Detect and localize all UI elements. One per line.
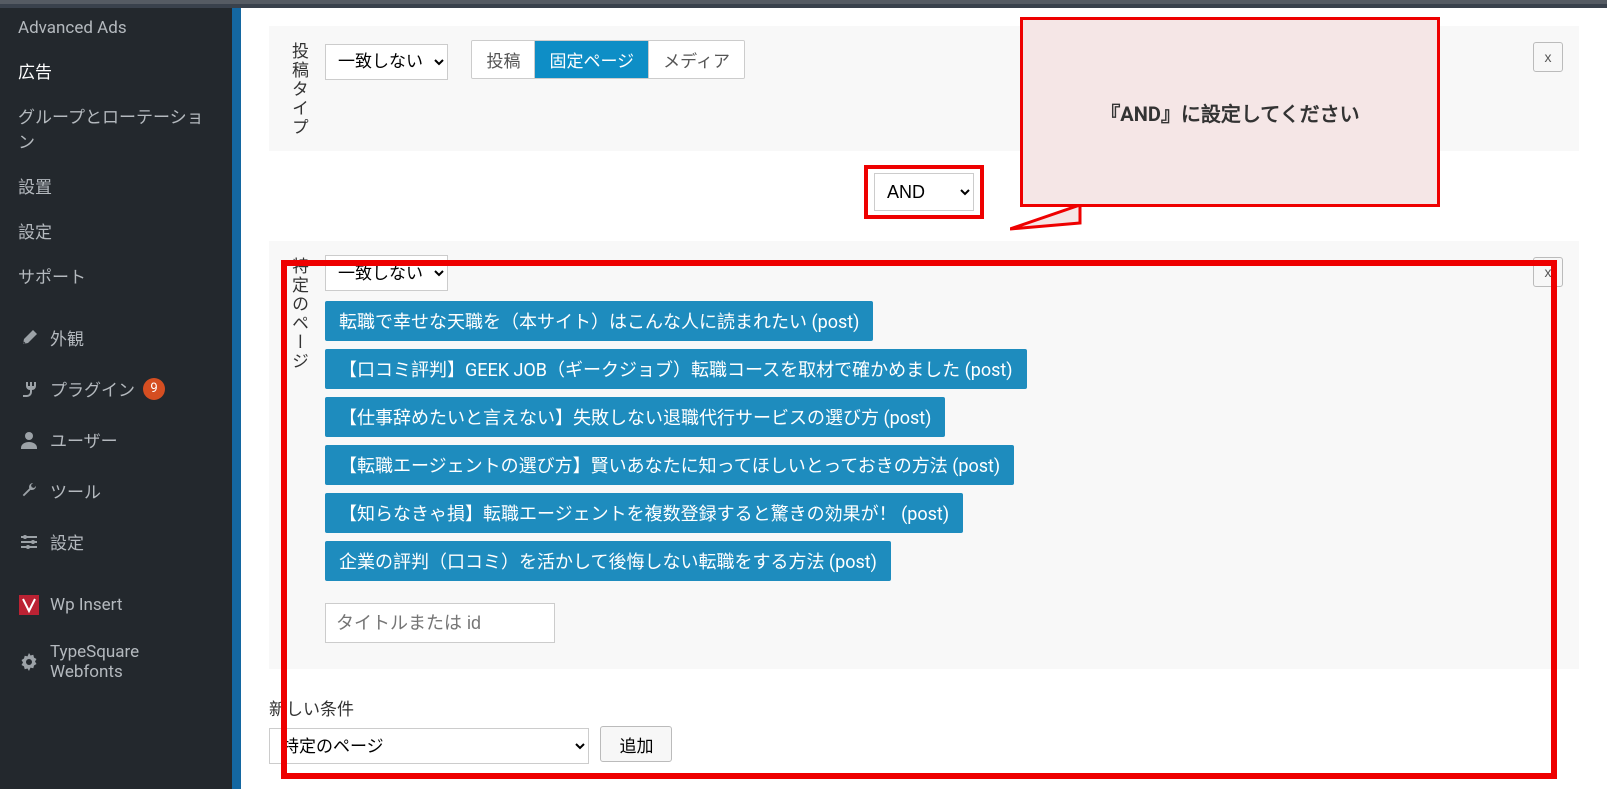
plugin-update-badge: 9 (143, 378, 165, 400)
sidebar-item-groups[interactable]: グループとローテーション (0, 93, 232, 163)
sidebar-item-wpinsert[interactable]: Wp Insert (0, 581, 232, 629)
sidebar-item-koukoku[interactable]: 広告 (0, 48, 232, 93)
page-search-input[interactable] (325, 603, 555, 643)
top-strip (0, 0, 1607, 8)
page-tag[interactable]: 【仕事辞めたいと言えない】失敗しない退職代行サービスの選び方 (post) (325, 397, 945, 437)
page-tag[interactable]: 【口コミ評判】GEEK JOB（ギークジョブ）転職コースを取材で確かめました (… (325, 349, 1027, 389)
user-icon (18, 429, 40, 451)
sidebar-item-plugins[interactable]: プラグイン 9 (0, 363, 232, 414)
sidebar-item-users[interactable]: ユーザー (0, 414, 232, 465)
page-tag[interactable]: 【転職エージェントの選び方】賢いあなたに知ってほしいとっておきの方法 (post… (325, 445, 1014, 485)
sidebar-item-label: プラグイン (50, 376, 135, 401)
new-condition-row: 特定のページ 追加 (269, 726, 1579, 764)
sidebar-item-settings-ad[interactable]: 設定 (0, 208, 232, 253)
sidebar-item-label: 外観 (50, 325, 84, 350)
sidebar-item-advanced-ads[interactable]: Advanced Ads (0, 8, 232, 48)
toggle-media[interactable]: メディア (649, 41, 744, 78)
condition-label: 投稿タイプ (283, 40, 311, 137)
new-condition-select[interactable]: 特定のページ (269, 728, 589, 764)
sidebar-item-tools[interactable]: ツール (0, 465, 232, 516)
gear-icon (18, 651, 40, 673)
plug-icon (18, 378, 40, 400)
sidebar-item-label: 広告 (18, 58, 52, 83)
sidebar-item-typesquare[interactable]: TypeSquare Webfonts (0, 629, 232, 695)
sidebar-item-label: 設定 (18, 218, 52, 243)
sliders-icon (18, 531, 40, 553)
match-select[interactable]: 一致しない (325, 255, 448, 291)
remove-condition-button[interactable]: x (1533, 257, 1563, 287)
condition-label: 特定のページ (283, 255, 311, 371)
remove-condition-button[interactable]: x (1533, 42, 1563, 72)
connector-row: AND (269, 165, 1579, 219)
toggle-post[interactable]: 投稿 (472, 41, 535, 78)
connector-select[interactable]: AND (874, 173, 974, 211)
main-content: 投稿タイプ 一致しない 投稿 固定ページ メディア x AND (241, 8, 1607, 789)
condition-panel-specific-page: 特定のページ 一致しない 転職で幸せな天職を（本サイト）はこんな人に読まれたい … (269, 241, 1579, 669)
condition-panel-post-type: 投稿タイプ 一致しない 投稿 固定ページ メディア x (269, 26, 1579, 151)
sidebar-item-label: 設定 (50, 529, 84, 554)
admin-sidebar: Advanced Ads 広告 グループとローテーション 設置 設定 サポート … (0, 8, 241, 789)
add-condition-button[interactable]: 追加 (600, 726, 672, 762)
sidebar-item-label: サポート (18, 263, 86, 288)
sidebar-item-appearance[interactable]: 外観 (0, 312, 232, 363)
page-tag[interactable]: 企業の評判（口コミ）を活かして後悔しない転職をする方法 (post) (325, 541, 891, 581)
new-condition-label: 新しい条件 (269, 695, 1579, 720)
sidebar-item-label: グループとローテーション (18, 103, 214, 153)
selected-pages-list: 転職で幸せな天職を（本サイト）はこんな人に読まれたい (post) 【口コミ評判… (325, 297, 1565, 585)
wpinsert-icon (18, 594, 40, 616)
sidebar-item-label: ユーザー (50, 427, 118, 452)
connector-highlight: AND (864, 165, 984, 219)
sidebar-item-label: Advanced Ads (18, 18, 127, 38)
sidebar-item-label: TypeSquare Webfonts (50, 642, 214, 682)
sidebar-item-settings[interactable]: 設定 (0, 516, 232, 567)
page-tag[interactable]: 転職で幸せな天職を（本サイト）はこんな人に読まれたい (post) (325, 301, 873, 341)
sidebar-item-label: 設置 (18, 173, 52, 198)
sidebar-item-label: Wp Insert (50, 595, 122, 615)
sidebar-item-label: ツール (50, 478, 101, 503)
sidebar-item-support[interactable]: サポート (0, 253, 232, 298)
brush-icon (18, 327, 40, 349)
toggle-page[interactable]: 固定ページ (535, 41, 649, 78)
page-tag[interactable]: 【知らなきゃ損】転職エージェントを複数登録すると驚きの効果が！ (post) (325, 493, 963, 533)
wrench-icon (18, 480, 40, 502)
match-select[interactable]: 一致しない (325, 44, 448, 80)
post-type-toggle-group: 投稿 固定ページ メディア (471, 40, 744, 79)
sidebar-item-placement[interactable]: 設置 (0, 163, 232, 208)
